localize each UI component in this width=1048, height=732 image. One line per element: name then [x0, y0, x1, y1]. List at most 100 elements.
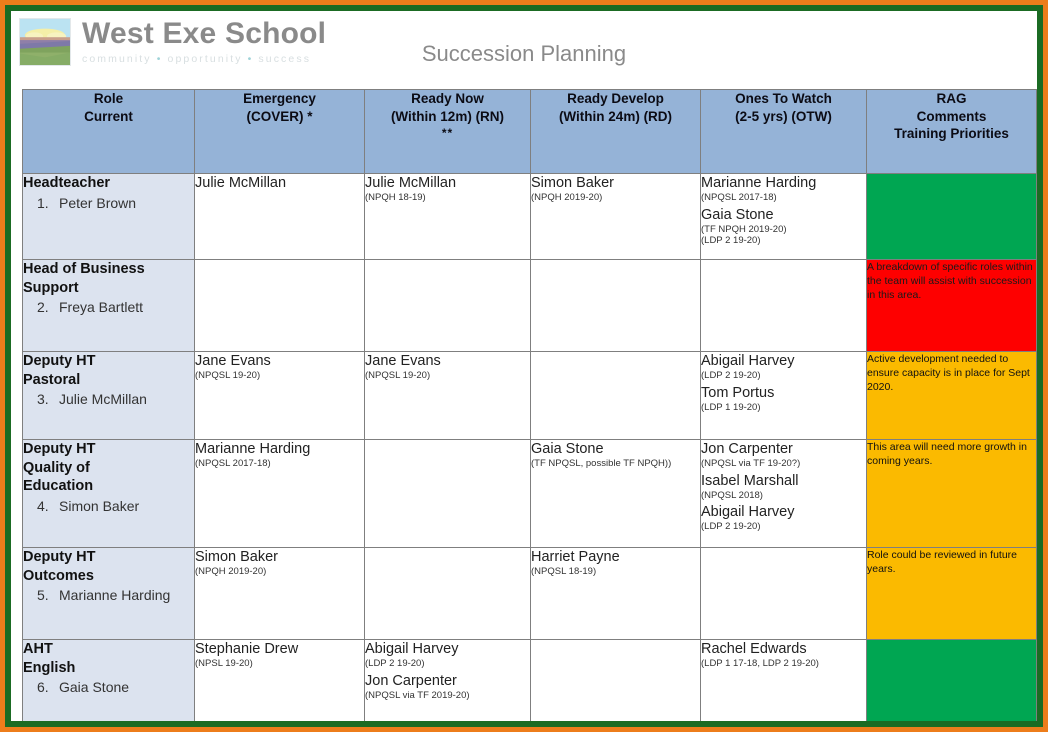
candidate-entry: Julie McMillan (NPQH 18-19): [365, 175, 530, 205]
candidate-entry: Simon Baker (NPQH 2019-20): [532, 175, 700, 205]
role-cell: Head of Business Support 2. Freya Bartlett: [22, 259, 195, 352]
candidate-qualification: (NPQSL 2018): [701, 489, 763, 501]
role-title-line: Outcomes: [23, 567, 94, 584]
rag-comment: This area will need more growth in comin…: [867, 441, 1027, 467]
candidate-list: Abigail Harvey (LDP 2 19-20) Jon Carpenter…: [365, 641, 530, 703]
role-person-name: Gaia Stone: [59, 679, 130, 695]
candidate-entry: Gaia Stone (TF NPQH 2019-20) (LDP 2 19-20…: [701, 206, 866, 248]
tagline-word-1: community: [82, 53, 152, 65]
candidate-cell-emergency: Jane Evans (NPQSL 19-20): [194, 351, 365, 440]
candidate-name: Gaia Stone: [701, 206, 774, 223]
candidate-entry: Marianne Harding (NPQSL 2017-18): [195, 441, 364, 471]
candidate-name: Stephanie Drew: [195, 641, 299, 657]
tagline-separator-1: •: [156, 53, 163, 65]
candidate-qualification: (LDP 2 19-20): [701, 521, 761, 532]
candidate-qualification: (TF NPQSL, possible TF NPQH)): [531, 458, 672, 469]
column-header-line1: Ready Develop: [567, 91, 664, 106]
table-row: Deputy HT Pastoral 3. Julie McMillan Jane Ev…: [22, 351, 1037, 440]
role-postholder: 6. Gaia Stone: [24, 678, 194, 697]
role-title-line: Headteacher: [23, 175, 111, 191]
role-title-line: AHT: [23, 641, 53, 657]
candidate-qualification: (NPQSL via TF 19-20?): [701, 458, 801, 469]
document-inner-frame: West Exe School community • opportunity …: [5, 5, 1043, 727]
candidate-cell-emergency: Marianne Harding (NPQSL 2017-18): [194, 439, 365, 548]
candidate-entry: Stephanie Drew (NPSL 19-20): [195, 641, 364, 671]
column-header-line1: Ones To Watch: [735, 91, 832, 106]
candidate-entry: Gaia Stone (TF NPQSL, possible TF NPQH)): [531, 441, 700, 471]
role-person-name: Simon Baker: [59, 497, 140, 514]
tagline-word-3: success: [258, 53, 312, 65]
candidate-entry: Jon Carpenter (NPQSL via TF 2019-20): [365, 672, 530, 703]
candidate-entry: Abigail Harvey (LDP 2 19-20): [701, 503, 866, 534]
candidate-name: Marianne Harding: [701, 175, 817, 191]
role-person-name: Julie McMillan: [59, 391, 147, 407]
candidate-cell-ready_now: [364, 439, 531, 548]
candidate-name: Rachel Edwards: [701, 641, 807, 657]
school-name: West Exe School: [82, 17, 327, 50]
role-person-name: Freya Bartlett: [59, 299, 144, 315]
candidate-name: Jon Carpenter: [701, 441, 793, 457]
role-cell: Deputy HT Pastoral 3. Julie McMillan: [22, 351, 195, 440]
role-postholder: 1. Peter Brown: [24, 194, 194, 213]
column-header-line1: RAG: [936, 91, 967, 106]
table-header-row: Role Current Emergency (COVER) * Ready Now (W…: [22, 89, 1037, 174]
rag-status-cell: [866, 639, 1037, 721]
column-header-line1: Emergency: [243, 91, 316, 106]
candidate-entry: Abigail Harvey (LDP 2 19-20): [365, 641, 530, 671]
candidate-name: Isabel Marshall: [701, 472, 799, 489]
candidate-entry: Jon Carpenter (NPQSL via TF 19-20?): [701, 441, 866, 471]
candidate-entry: Tom Portus (LDP 1 19-20): [701, 384, 866, 415]
column-header-line2: (Within 24m) (RD): [558, 108, 673, 124]
candidate-list: Marianne Harding (NPQSL 2017-18) Gaia Ston…: [701, 175, 866, 248]
table-row: Head of Business Support 2. Freya Bartlett A…: [22, 259, 1037, 352]
brand-text-block: West Exe School community • opportunity …: [71, 17, 326, 66]
column-header-otw: Ones To Watch (2-5 yrs) (OTW): [700, 89, 867, 174]
column-header-line2: (COVER) *: [246, 108, 313, 124]
candidate-cell-ready_now: Julie McMillan (NPQH 18-19): [364, 173, 531, 260]
role-postholder: 2. Freya Bartlett: [24, 298, 194, 317]
candidate-entry: Abigail Harvey (LDP 2 19-20): [701, 353, 866, 383]
candidate-cell-emergency: Julie McMillan: [194, 173, 365, 260]
candidate-cell-otw: [700, 547, 867, 640]
candidate-name: Abigail Harvey: [365, 641, 459, 657]
role-cell: AHT English 6. Gaia Stone: [22, 639, 195, 721]
candidate-qualification: (NPQSL 2017-18): [195, 458, 271, 469]
succession-table-container: Role Current Emergency (COVER) * Ready Now (W…: [11, 89, 1037, 721]
column-header-ready_dev: Ready Develop (Within 24m) (RD): [530, 89, 701, 174]
candidate-name: Tom Portus: [701, 384, 775, 401]
candidate-name: Abigail Harvey: [701, 353, 795, 369]
candidate-cell-ready_now: [364, 259, 531, 352]
candidate-list: Simon Baker (NPQH 2019-20): [195, 549, 364, 579]
column-header-line1: Role: [93, 91, 124, 106]
candidate-cell-ready_dev: Harriet Payne (NPQSL 18-19): [530, 547, 701, 640]
candidate-entry: Isabel Marshall (NPQSL 2018): [701, 472, 866, 503]
document-header: West Exe School community • opportunity …: [11, 11, 1037, 89]
candidate-name: Jon Carpenter: [365, 672, 457, 689]
candidate-qualification: (NPQH 2019-20): [195, 566, 267, 577]
role-title-line: Head of Business: [23, 261, 145, 277]
role-number: 3.: [37, 391, 49, 407]
rag-status-cell: This area will need more growth in comin…: [866, 439, 1037, 548]
candidate-name: Julie McMillan: [365, 175, 457, 191]
candidate-cell-ready_dev: [530, 259, 701, 352]
candidate-list: Jane Evans (NPQSL 19-20): [196, 353, 364, 383]
candidate-qualification: (NPQSL 2017-18): [701, 192, 777, 203]
candidate-list: Julie McMillan (NPQH 18-19): [365, 175, 530, 205]
candidate-cell-ready_now: Jane Evans (NPQSL 19-20): [364, 351, 531, 440]
candidate-entry: Harriet Payne (NPQSL 18-19): [532, 549, 700, 579]
rag-status-cell: Role could be reviewed in future years.: [866, 547, 1037, 640]
role-postholder: 4. Simon Baker: [24, 497, 194, 516]
candidate-cell-ready_dev: Gaia Stone (TF NPQSL, possible TF NPQH)): [530, 439, 701, 548]
rag-comment: A breakdown of specific roles within the…: [867, 261, 1033, 301]
role-title-line: English: [23, 659, 76, 676]
candidate-cell-ready_dev: Simon Baker (NPQH 2019-20): [530, 173, 701, 260]
candidate-cell-otw: Abigail Harvey (LDP 2 19-20) Tom Portus (LD…: [700, 351, 867, 440]
candidate-cell-ready_now: [364, 547, 531, 640]
role-cell: Headteacher 1. Peter Brown: [22, 173, 195, 260]
tagline-word-2: opportunity: [167, 53, 243, 65]
role-title-line: Deputy HT: [23, 353, 96, 369]
candidate-list: Jon Carpenter (NPQSL via TF 19-20?) Isabel…: [701, 441, 866, 534]
candidate-list: Gaia Stone (TF NPQSL, possible TF NPQH)): [531, 441, 700, 472]
candidate-name: Julie McMillan: [195, 175, 287, 191]
table-row: Deputy HT Quality of Education 4. Simon Bake…: [22, 439, 1037, 548]
